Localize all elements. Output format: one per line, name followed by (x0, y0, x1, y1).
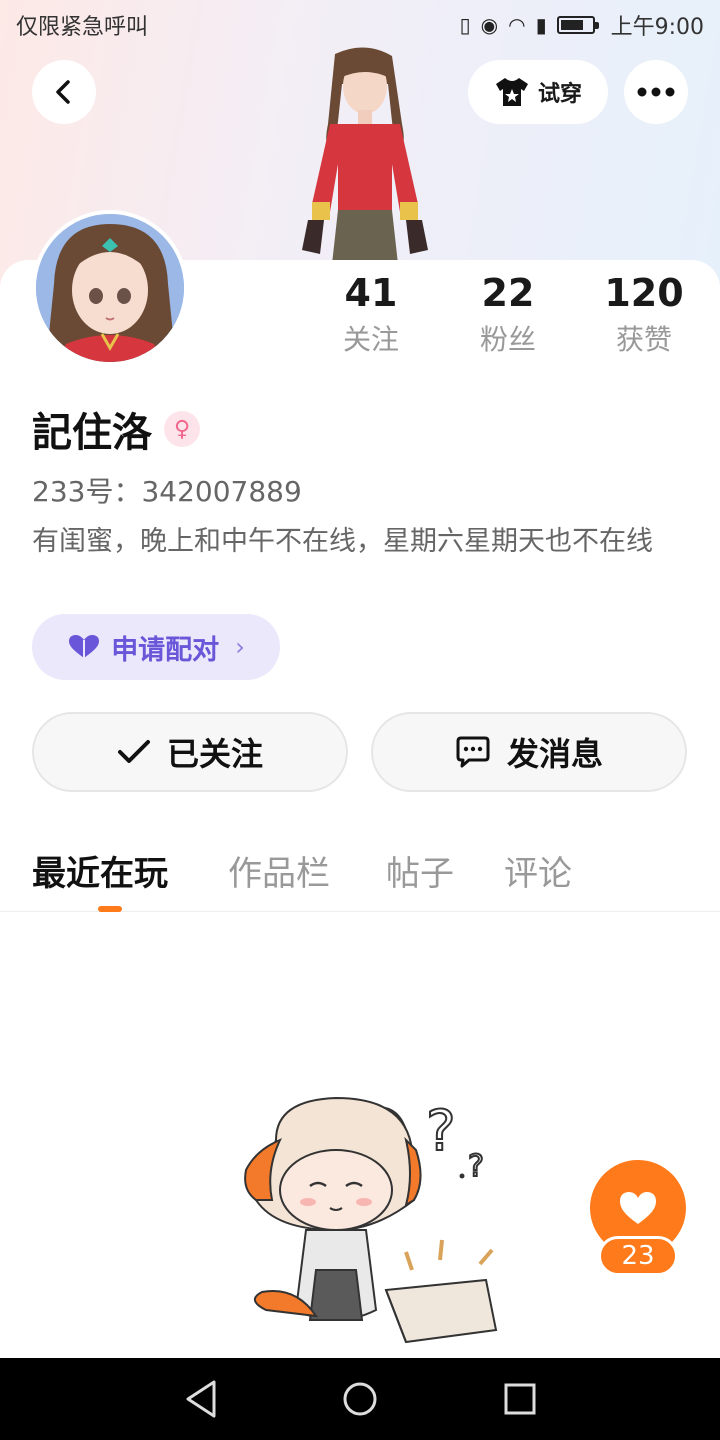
svg-text:?: ? (426, 1099, 456, 1164)
tab-recently-played[interactable]: 最近在玩 (32, 846, 168, 895)
send-message-label: 发消息 (506, 735, 603, 773)
stat-followers[interactable]: 22 粉丝 (448, 268, 568, 360)
apply-pair-button[interactable]: 申请配对 › (32, 614, 280, 680)
apply-pair-label: 申请配对 (111, 634, 220, 666)
sim-alert-icon: ▮ (535, 13, 547, 37)
shirt-icon (495, 78, 528, 106)
tab-posts[interactable]: 帖子 (386, 846, 454, 895)
eye-icon: ◉ (480, 13, 499, 37)
followers-label: 粉丝 (479, 323, 536, 356)
try-on-label: 试穿 (537, 82, 582, 107)
clock: 上午9:00 (610, 15, 704, 40)
system-nav-bar (0, 1358, 720, 1440)
svg-text:?: ? (468, 1149, 484, 1184)
followed-label: 已关注 (166, 735, 263, 773)
recents-square-icon[interactable] (495, 1374, 545, 1424)
following-count: 41 (344, 271, 398, 315)
chevron-right-icon: › (235, 633, 245, 661)
home-circle-icon[interactable] (335, 1374, 385, 1424)
more-icon (637, 87, 675, 97)
try-on-button[interactable]: 试穿 (468, 60, 608, 124)
stat-following[interactable]: 41 关注 (311, 268, 431, 360)
empty-state-mascot: ? ? (244, 1096, 498, 1344)
active-tab-indicator (98, 906, 122, 912)
heart-icon (620, 1192, 656, 1224)
check-icon (117, 740, 150, 763)
back-icon (56, 80, 70, 104)
heart-pair-icon (69, 635, 100, 658)
stats-row: 41 关注 22 粉丝 120 获赞 (0, 268, 720, 368)
send-message-button[interactable]: 发消息 (371, 712, 687, 792)
more-button[interactable] (624, 60, 688, 124)
user-id: 233号：342007889 (32, 475, 302, 508)
carrier-text: 仅限紧急呼叫 (16, 15, 149, 40)
followed-button[interactable]: 已关注 (32, 712, 348, 792)
back-triangle-icon[interactable] (176, 1374, 226, 1424)
avatar-3d-figure (302, 47, 428, 264)
female-gender-icon: ♀ (164, 411, 200, 447)
likes-received-label: 获赞 (615, 323, 672, 356)
following-label: 关注 (342, 323, 399, 356)
likes-received-count: 120 (604, 271, 684, 315)
battery-icon (556, 16, 599, 34)
tab-comments[interactable]: 评论 (504, 846, 572, 895)
chat-icon (456, 736, 490, 768)
like-count: 23 (598, 1236, 678, 1276)
status-bar: 仅限紧急呼叫 ▯ ◉ ◠ ▮ 上午9:00 (0, 0, 720, 50)
username: 記住洛 (32, 410, 152, 456)
name-row: 記住洛 ♀ (32, 400, 200, 458)
tab-works[interactable]: 作品栏 (228, 846, 330, 895)
status-icons: ▯ ◉ ◠ ▮ 上午9:00 (460, 9, 704, 41)
stat-likes[interactable]: 120 获赞 (584, 268, 704, 360)
wifi-icon: ◠ (508, 13, 526, 37)
bio-text: 有闺蜜，晚上和中午不在线，星期六星期天也不在线 (32, 526, 653, 557)
vibrate-icon: ▯ (459, 13, 471, 37)
back-button[interactable] (32, 60, 96, 124)
followers-count: 22 (481, 271, 535, 315)
profile-tabs: 最近在玩 作品栏 帖子 评论 (0, 836, 720, 912)
